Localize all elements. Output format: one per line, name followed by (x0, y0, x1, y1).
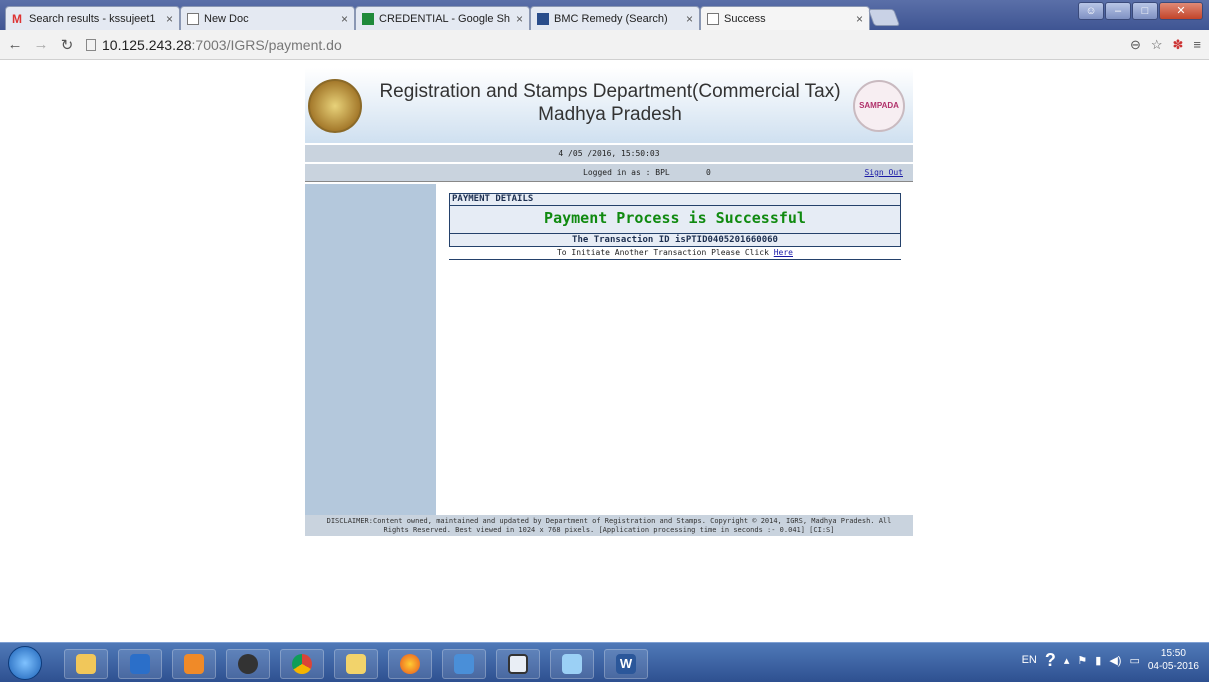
doc-icon (707, 12, 719, 25)
user-icon[interactable]: ☺ (1078, 2, 1104, 20)
power-icon[interactable]: ▮ (1095, 654, 1101, 667)
volume-icon[interactable]: ◀) (1109, 654, 1121, 667)
app-icon[interactable] (442, 649, 486, 679)
media-player-icon[interactable] (118, 649, 162, 679)
chrome-icon[interactable] (280, 649, 324, 679)
explorer-icon[interactable] (64, 649, 108, 679)
tab-close-icon[interactable]: × (686, 12, 693, 26)
start-button[interactable] (8, 646, 42, 680)
tab-close-icon[interactable]: × (166, 12, 173, 26)
url-input[interactable]: 10.125.243.28:7003/IGRS/payment.do (86, 37, 342, 53)
tab-success[interactable]: Success × (700, 6, 870, 30)
word-icon[interactable]: W (604, 649, 648, 679)
tab-close-icon[interactable]: × (856, 12, 863, 26)
payment-details-heading: PAYMENT DETAILS (449, 193, 901, 206)
sampada-logo: SAMPADA (853, 80, 905, 132)
reload-icon[interactable]: ↻ (56, 36, 78, 54)
bmc-icon (537, 12, 549, 25)
tab-close-icon[interactable]: × (516, 12, 523, 26)
minimize-button[interactable]: – (1105, 2, 1131, 20)
doc-icon (187, 12, 199, 25)
logged-in-label: Logged in as : BPL (583, 168, 670, 177)
forward-icon[interactable]: → (30, 36, 52, 53)
system-tray: EN ? ▴ ⚑ ▮ ◀) ▭ 15:50 04-05-2016 (1022, 647, 1199, 673)
sign-out-link[interactable]: Sign Out (864, 164, 903, 182)
network-tray-icon[interactable]: ▭ (1129, 654, 1139, 667)
maximize-button[interactable]: □ (1132, 2, 1158, 20)
network-icon[interactable] (550, 649, 594, 679)
folder-icon[interactable] (334, 649, 378, 679)
menu-icon[interactable]: ≡ (1193, 37, 1201, 53)
sheets-icon (362, 12, 374, 25)
logged-in-value: 0 (706, 168, 711, 177)
tab-credential[interactable]: CREDENTIAL - Google Sh × (355, 6, 530, 30)
tab-bmc-remedy[interactable]: BMC Remedy (Search) × (530, 6, 700, 30)
windows-taskbar: W EN ? ▴ ⚑ ▮ ◀) ▭ 15:50 04-05-2016 (0, 642, 1209, 682)
mp-emblem-logo (308, 79, 362, 133)
left-sidebar (305, 184, 436, 515)
firefox-icon[interactable] (388, 649, 432, 679)
clock[interactable]: 15:50 04-05-2016 (1148, 647, 1199, 673)
disclaimer-footer: DISCLAIMER:Content owned, maintained and… (305, 515, 913, 536)
toolbar-right: ⊖ ☆ ✽ ≡ (1130, 37, 1201, 53)
close-button[interactable]: ✕ (1159, 2, 1203, 20)
tray-expand-icon[interactable]: ▴ (1064, 654, 1070, 667)
window-icon[interactable] (496, 649, 540, 679)
main-content: PAYMENT DETAILS Payment Process is Succe… (436, 184, 913, 515)
page-banner: Registration and Stamps Department(Comme… (305, 68, 913, 143)
new-tab-button[interactable] (867, 9, 901, 26)
gmail-icon: M (12, 11, 22, 26)
transaction-id: The Transaction ID isPTID0405201660060 (449, 233, 901, 247)
login-bar: Logged in as : BPL 0 Sign Out (305, 164, 913, 182)
address-bar: ← → ↻ 10.125.243.28:7003/IGRS/payment.do… (0, 30, 1209, 60)
initiate-transaction-row: To Initiate Another Transaction Please C… (449, 247, 901, 260)
extension-icon[interactable]: ✽ (1173, 37, 1184, 53)
tab-gmail[interactable]: M Search results - kssujeet1 × (5, 6, 180, 30)
igrs-page: Registration and Stamps Department(Comme… (305, 68, 913, 536)
tab-new-doc[interactable]: New Doc × (180, 6, 355, 30)
page-subtitle: Madhya Pradesh (538, 104, 682, 125)
page-title: Registration and Stamps Department(Comme… (379, 81, 841, 102)
here-link[interactable]: Here (774, 248, 793, 257)
webcam-icon[interactable] (226, 649, 270, 679)
payment-success-message: Payment Process is Successful (449, 206, 901, 233)
tab-close-icon[interactable]: × (341, 12, 348, 26)
uc-browser-icon[interactable] (172, 649, 216, 679)
window-controls: ☺ – □ ✕ (1078, 2, 1203, 20)
flag-icon[interactable]: ⚑ (1077, 654, 1087, 667)
datetime-bar: 4 /05 /2016, 15:50:03 (305, 145, 913, 162)
page-icon (86, 38, 96, 51)
language-indicator[interactable]: EN (1022, 654, 1037, 666)
help-icon[interactable]: ? (1045, 650, 1056, 671)
zoom-icon[interactable]: ⊖ (1130, 37, 1141, 53)
bookmark-star-icon[interactable]: ☆ (1151, 37, 1163, 53)
back-icon[interactable]: ← (4, 36, 26, 53)
browser-tab-strip: M Search results - kssujeet1 × New Doc ×… (0, 0, 1209, 30)
